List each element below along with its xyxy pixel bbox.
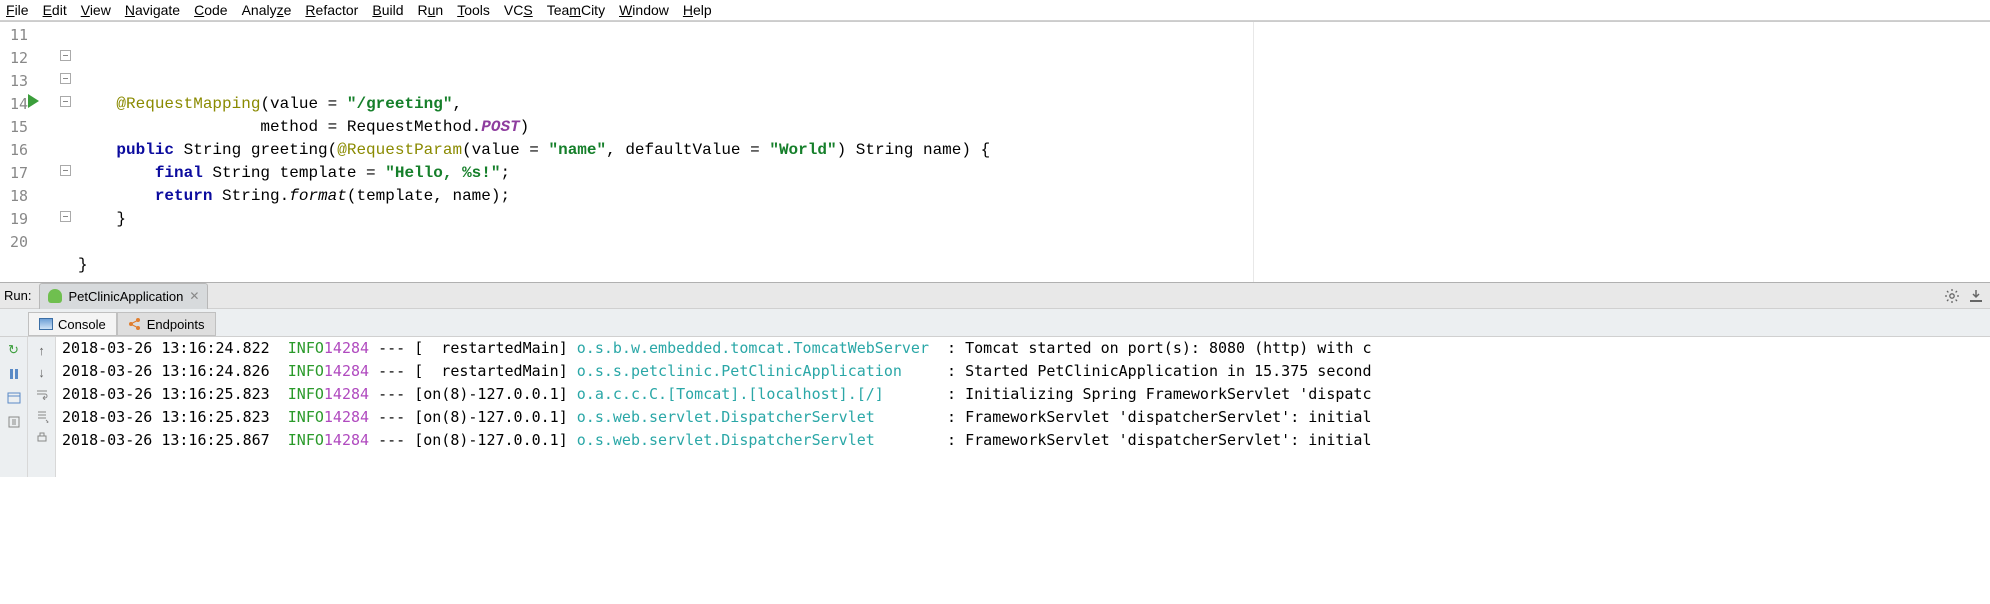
line-number: 20 <box>0 231 28 254</box>
code-line: method = RequestMethod.POST) <box>78 116 1990 139</box>
fold-icon[interactable] <box>60 211 71 222</box>
code-line <box>78 231 1990 254</box>
run-gutter-icon[interactable] <box>28 94 39 108</box>
code-line: public String greeting(@RequestParam(val… <box>78 139 1990 162</box>
line-number: 18 <box>0 185 28 208</box>
spring-boot-icon <box>48 289 62 303</box>
menu-build[interactable]: Build <box>372 2 403 18</box>
log-line: 2018-03-26 13:16:25.867 INFO 14284 --- [… <box>62 429 1984 452</box>
code-line: } <box>78 254 1990 277</box>
run-config-name: PetClinicApplication <box>68 289 183 304</box>
tab-console[interactable]: Console <box>28 312 117 336</box>
right-margin-line <box>1253 22 1254 282</box>
up-icon[interactable]: ↑ <box>33 341 51 359</box>
code-editor[interactable]: @RequestMapping(value = "/greeting", met… <box>78 22 1990 282</box>
menu-run[interactable]: Run <box>418 2 444 18</box>
code-line: final String template = "Hello, %s!"; <box>78 162 1990 185</box>
close-icon[interactable]: ✕ <box>189 289 199 303</box>
run-tool-window: Run: PetClinicApplication ✕ Console Endp… <box>0 282 1990 477</box>
console-output[interactable]: 2018-03-26 13:16:24.822 INFO 14284 --- [… <box>56 337 1990 477</box>
line-number: 17 <box>0 162 28 185</box>
hide-icon[interactable] <box>1968 288 1984 304</box>
code-line: @RequestMapping(value = "/greeting", <box>78 93 1990 116</box>
run-header: Run: PetClinicApplication ✕ <box>0 283 1990 309</box>
scroll-end-icon[interactable] <box>33 407 51 425</box>
run-label: Run: <box>0 288 39 303</box>
line-number: 11 <box>0 24 28 47</box>
gutter-icons <box>28 22 78 282</box>
log-line: 2018-03-26 13:16:24.826 INFO 14284 --- [… <box>62 360 1984 383</box>
menu-file[interactable]: File <box>6 2 29 18</box>
log-line: 2018-03-26 13:16:25.823 INFO 14284 --- [… <box>62 406 1984 429</box>
menu-help[interactable]: Help <box>683 2 712 18</box>
line-number: 13 <box>0 70 28 93</box>
main-menubar: File Edit View Navigate Code Analyze Ref… <box>0 0 1990 21</box>
rerun-icon[interactable]: ↻ <box>5 341 23 359</box>
menu-window[interactable]: Window <box>619 2 669 18</box>
fold-icon[interactable] <box>60 165 71 176</box>
menu-edit[interactable]: Edit <box>43 2 67 18</box>
line-number: 12 <box>0 47 28 70</box>
run-config-tab[interactable]: PetClinicApplication ✕ <box>39 283 208 309</box>
line-number: 15 <box>0 116 28 139</box>
fold-icon[interactable] <box>60 96 71 107</box>
endpoints-icon <box>128 317 142 331</box>
menu-tools[interactable]: Tools <box>457 2 490 18</box>
menu-vcs[interactable]: VCS <box>504 2 533 18</box>
menu-refactor[interactable]: Refactor <box>305 2 358 18</box>
layout-icon[interactable] <box>5 389 23 407</box>
tab-endpoints[interactable]: Endpoints <box>117 312 216 336</box>
run-sidebar-secondary: ↑ ↓ <box>28 337 56 477</box>
fold-icon[interactable] <box>60 50 71 61</box>
stop-icon[interactable] <box>5 365 23 383</box>
down-icon[interactable]: ↓ <box>33 363 51 381</box>
menu-navigate[interactable]: Navigate <box>125 2 180 18</box>
console-icon <box>39 318 53 330</box>
menu-teamcity[interactable]: TeamCity <box>547 2 605 18</box>
run-sidebar-primary: ↻ <box>0 337 28 477</box>
line-number: 19 <box>0 208 28 231</box>
menu-code[interactable]: Code <box>194 2 227 18</box>
dump-icon[interactable] <box>5 413 23 431</box>
print-icon[interactable] <box>33 429 51 447</box>
line-number: 16 <box>0 139 28 162</box>
run-subtabs: Console Endpoints <box>0 309 1990 337</box>
editor-area: 11121314151617181920 @RequestMapping(val… <box>0 21 1990 282</box>
wrap-icon[interactable] <box>33 385 51 403</box>
log-line: 2018-03-26 13:16:25.823 INFO 14284 --- [… <box>62 383 1984 406</box>
fold-icon[interactable] <box>60 73 71 84</box>
code-line: return String.format(template, name); <box>78 185 1990 208</box>
code-line: } <box>78 208 1990 231</box>
menu-view[interactable]: View <box>81 2 111 18</box>
menu-analyze[interactable]: Analyze <box>242 2 292 18</box>
line-number-gutter: 11121314151617181920 <box>0 22 28 282</box>
log-line: 2018-03-26 13:16:24.822 INFO 14284 --- [… <box>62 337 1984 360</box>
line-number: 14 <box>0 93 28 116</box>
gear-icon[interactable] <box>1944 288 1960 304</box>
